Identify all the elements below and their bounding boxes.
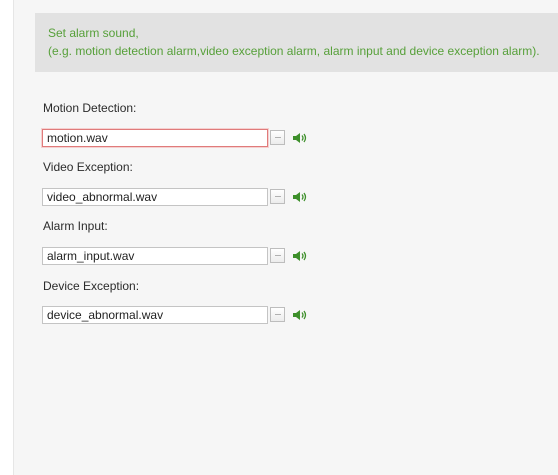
alarm-input-play-button[interactable] xyxy=(290,247,310,265)
speaker-icon xyxy=(290,306,310,324)
ellipsis-icon: ··· xyxy=(274,309,282,319)
device-exception-sound-input[interactable] xyxy=(42,306,268,324)
motion-detection-browse-button[interactable]: ··· xyxy=(270,130,285,145)
video-exception-browse-button[interactable]: ··· xyxy=(270,189,285,204)
speaker-icon xyxy=(290,129,310,147)
alarm-input-label: Alarm Input: xyxy=(43,219,108,233)
ellipsis-icon: ··· xyxy=(274,132,282,142)
video-exception-play-button[interactable] xyxy=(290,188,310,206)
info-line-2: (e.g. motion detection alarm,video excep… xyxy=(48,44,540,58)
video-exception-sound-input[interactable] xyxy=(42,188,268,206)
motion-detection-sound-input[interactable] xyxy=(42,129,268,147)
alarm-sound-panel: Set alarm sound, (e.g. motion detection … xyxy=(13,0,558,475)
motion-detection-play-button[interactable] xyxy=(290,129,310,147)
device-exception-label: Device Exception: xyxy=(43,279,140,293)
speaker-icon xyxy=(290,188,310,206)
alarm-input-browse-button[interactable]: ··· xyxy=(270,248,285,263)
speaker-icon xyxy=(290,247,310,265)
ellipsis-icon: ··· xyxy=(274,191,282,201)
device-exception-browse-button[interactable]: ··· xyxy=(270,307,285,322)
ellipsis-icon: ··· xyxy=(274,250,282,260)
motion-detection-label: Motion Detection: xyxy=(43,101,137,115)
alarm-input-sound-input[interactable] xyxy=(42,247,268,265)
info-box: Set alarm sound, (e.g. motion detection … xyxy=(35,13,558,72)
device-exception-play-button[interactable] xyxy=(290,306,310,324)
info-line-1: Set alarm sound, xyxy=(48,26,139,40)
video-exception-label: Video Exception: xyxy=(43,160,133,174)
